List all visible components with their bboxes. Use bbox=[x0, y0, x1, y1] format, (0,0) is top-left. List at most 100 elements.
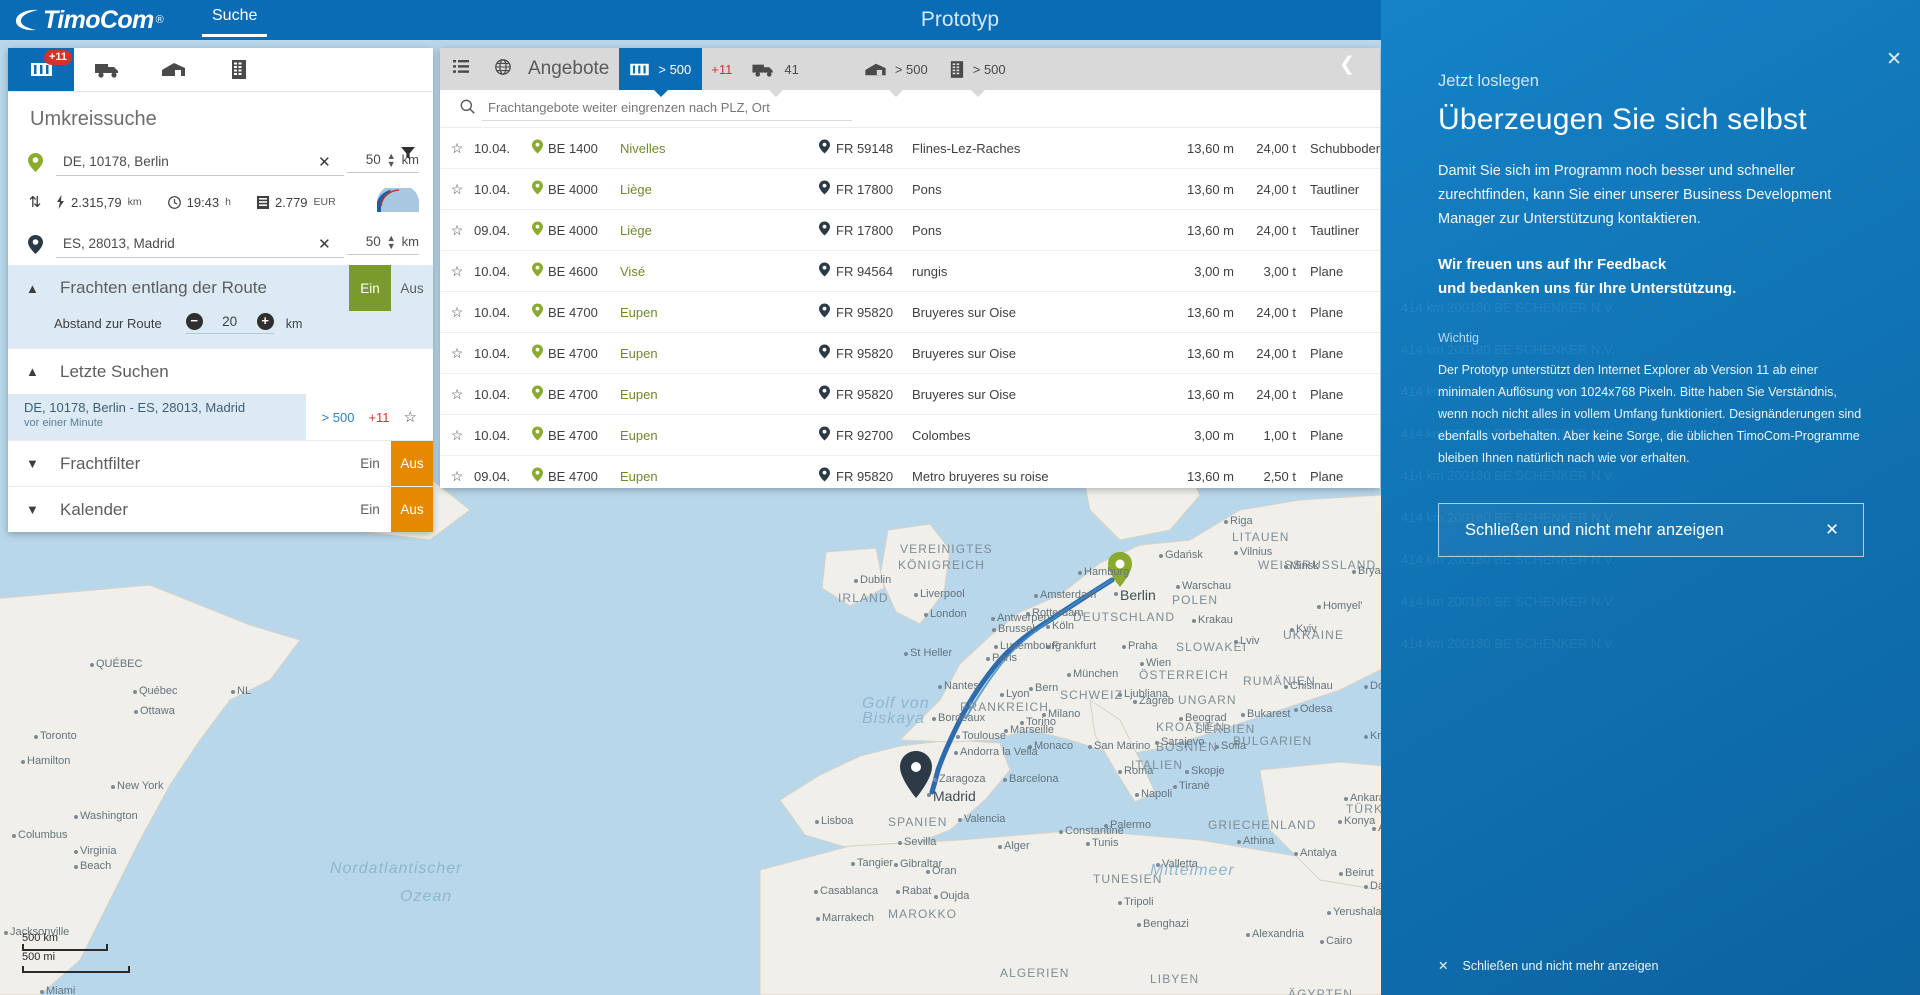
table-row[interactable]: ☆ 10.04. BE 4600 Visé FR 94564 rungis 3,00 m 3,… bbox=[440, 251, 1380, 292]
map-city-dot bbox=[134, 710, 138, 714]
destination-radius-input[interactable] bbox=[346, 234, 381, 249]
table-row[interactable]: ☆ 10.04. BE 4700 Eupen FR 95820 Bruyeres sur … bbox=[440, 333, 1380, 374]
favorite-star-icon[interactable]: ☆ bbox=[440, 304, 474, 321]
map-city-dot bbox=[926, 870, 930, 874]
map-city-dot bbox=[1317, 605, 1321, 609]
table-row[interactable]: ☆ 09.04. BE 4000 Liège FR 17800 Pons 13,60 m 24… bbox=[440, 210, 1380, 251]
sidebar-tab-warehouse[interactable] bbox=[140, 48, 206, 91]
results-tab-company-count: > 500 bbox=[972, 61, 1006, 77]
table-row[interactable]: ☆ 10.04. BE 4000 Liège FR 17800 Pons 13,60 m 24… bbox=[440, 169, 1380, 210]
route-freight-toggle-on[interactable]: Ein bbox=[349, 265, 391, 311]
recent-search-item[interactable]: DE, 10178, Berlin - ES, 28013, Madrid vo… bbox=[8, 394, 433, 440]
decrement-button[interactable]: − bbox=[185, 313, 203, 330]
origin-clear-icon[interactable]: ✕ bbox=[318, 153, 331, 171]
map-city-dot bbox=[1173, 785, 1177, 789]
overlay-ghost-row: 414 km 200180 BE SCHENKER N.V. bbox=[1401, 636, 1616, 651]
table-row[interactable]: ☆ 10.04. BE 4700 Eupen FR 95820 Bruyeres sur … bbox=[440, 292, 1380, 333]
results-search-input[interactable] bbox=[482, 96, 852, 121]
row-origin-city: Nivelles bbox=[620, 140, 666, 156]
map-city-dot bbox=[956, 735, 960, 739]
filter-funnel-icon[interactable] bbox=[401, 146, 415, 165]
row-origin-zip: BE 1400 bbox=[548, 140, 598, 156]
increment-button[interactable]: + bbox=[256, 313, 274, 330]
row-weight: 24,00 t bbox=[1256, 386, 1296, 402]
freight-filter-toggle-off[interactable]: Aus bbox=[391, 441, 433, 486]
sidebar-tab-freight[interactable]: +11 bbox=[8, 48, 74, 91]
favorite-star-icon[interactable]: ☆ bbox=[440, 345, 474, 362]
route-freight-toggle-off[interactable]: Aus bbox=[391, 265, 433, 311]
favorite-star-icon[interactable]: ☆ bbox=[440, 263, 474, 280]
destination-input[interactable] bbox=[56, 230, 345, 258]
map-city-dot bbox=[932, 717, 936, 721]
logo[interactable]: TimoCom ® bbox=[0, 7, 180, 33]
section-calendar[interactable]: ▼ Kalender Ein Aus bbox=[8, 486, 433, 532]
freight-filter-toggle-on[interactable]: Ein bbox=[349, 441, 391, 486]
map-city-dot bbox=[1176, 585, 1180, 589]
map-city-dot bbox=[34, 735, 38, 739]
table-row[interactable]: ☆ 10.04. BE 4700 Eupen FR 92700 Colombes 3,00 … bbox=[440, 415, 1380, 456]
route-duration-value: 19:43 bbox=[186, 194, 220, 210]
favorite-star-icon[interactable]: ☆ bbox=[440, 468, 474, 485]
origin-radius-input[interactable] bbox=[346, 152, 381, 167]
map-city-dot bbox=[994, 645, 998, 649]
row-date: 10.04. bbox=[474, 304, 511, 320]
results-tab-warehouse[interactable]: > 500 bbox=[854, 48, 939, 97]
cost-icon bbox=[257, 195, 269, 209]
globe-icon[interactable] bbox=[482, 58, 524, 80]
favorite-star-icon[interactable]: ☆ bbox=[404, 408, 417, 426]
results-list: ☆ 10.04. BE 1400 Nivelles FR 59148 Flines-Lez… bbox=[440, 128, 1380, 488]
destination-clear-icon[interactable]: ✕ bbox=[318, 235, 331, 253]
map-scale-bottom-label: 500 mi bbox=[22, 951, 56, 963]
route-profile-icon[interactable] bbox=[377, 183, 419, 217]
map-city-dot bbox=[90, 663, 94, 667]
route-distance-control-row: Abstand zur Route − 20 + km bbox=[8, 311, 433, 348]
nav-tab-suche[interactable]: Suche bbox=[202, 3, 268, 37]
overlay-collapse-button[interactable]: ❮ bbox=[1330, 48, 1364, 82]
favorite-star-icon[interactable]: ☆ bbox=[440, 427, 474, 444]
map-city-dot bbox=[1118, 901, 1122, 905]
results-tab-vehicle[interactable]: 41 bbox=[741, 48, 809, 97]
calendar-toggle-off[interactable]: Aus bbox=[391, 487, 433, 532]
section-recent-searches[interactable]: ▲ Letzte Suchen bbox=[8, 348, 433, 394]
row-weight: 2,50 t bbox=[1263, 468, 1296, 484]
section-route-freight[interactable]: ▲ Frachten entlang der Route Ein Aus bbox=[8, 265, 433, 311]
results-tab-company[interactable]: > 500 bbox=[939, 48, 1017, 97]
favorite-star-icon[interactable]: ☆ bbox=[440, 222, 474, 239]
results-tab-freight[interactable]: > 500 bbox=[619, 48, 703, 97]
row-date: 10.04. bbox=[474, 386, 511, 402]
sidebar-tab-vehicle[interactable] bbox=[74, 48, 140, 91]
route-cost-value: 2.779 bbox=[275, 194, 308, 210]
calendar-toggle-on[interactable]: Ein bbox=[349, 487, 391, 532]
origin-radius-stepper[interactable]: ▲ ▼ bbox=[387, 151, 396, 168]
row-length: 3,00 m bbox=[1194, 263, 1234, 279]
table-row[interactable]: ☆ 10.04. BE 4700 Eupen FR 95820 Bruyeres sur … bbox=[440, 374, 1380, 415]
section-freight-filter[interactable]: ▼ Frachtfilter Ein Aus bbox=[8, 440, 433, 486]
results-tab-warehouse-count: > 500 bbox=[894, 61, 928, 77]
overlay-close-icon[interactable]: ✕ bbox=[1886, 48, 1902, 71]
favorite-star-icon[interactable]: ☆ bbox=[440, 181, 474, 198]
row-origin-zip: BE 4000 bbox=[548, 222, 598, 238]
overlay-content: Jetzt loslegen Überzeugen Sie sich selbs… bbox=[1381, 0, 1920, 557]
overlay-footer-dismiss[interactable]: ✕ Schließen und nicht mehr anzeigen bbox=[1438, 958, 1658, 974]
destination-radius-stepper[interactable]: ▲ ▼ bbox=[387, 233, 396, 250]
table-row[interactable]: ☆ 10.04. BE 1400 Nivelles FR 59148 Flines-Lez… bbox=[440, 128, 1380, 169]
favorite-star-icon[interactable]: ☆ bbox=[440, 140, 474, 157]
overlay-dismiss-button[interactable]: Schließen und nicht mehr anzeigen ✕ bbox=[1438, 503, 1864, 557]
page-title: Umkreissuche bbox=[30, 108, 157, 130]
destination-radius-unit: km bbox=[401, 234, 419, 249]
map-city-dot bbox=[894, 863, 898, 867]
list-view-icon[interactable] bbox=[440, 60, 482, 78]
row-destination-zip: FR 59148 bbox=[836, 140, 894, 156]
results-tab-freight-new-count[interactable]: +11 bbox=[702, 62, 741, 77]
map-city-dot bbox=[991, 617, 995, 621]
table-row[interactable]: ☆ 09.04. BE 4700 Eupen FR 95820 Metro bruyere… bbox=[440, 456, 1380, 488]
route-freight-toggle: Ein Aus bbox=[349, 265, 433, 311]
sidebar-tab-company[interactable] bbox=[206, 48, 272, 91]
row-weight: 24,00 t bbox=[1256, 345, 1296, 361]
origin-input[interactable] bbox=[56, 148, 345, 176]
favorite-star-icon[interactable]: ☆ bbox=[440, 386, 474, 403]
map-city-dot bbox=[814, 890, 818, 894]
map-city-dot bbox=[1338, 820, 1342, 824]
swap-direction-icon[interactable]: ⇅ bbox=[26, 193, 44, 211]
route-distance-value[interactable]: 20 bbox=[203, 314, 257, 329]
